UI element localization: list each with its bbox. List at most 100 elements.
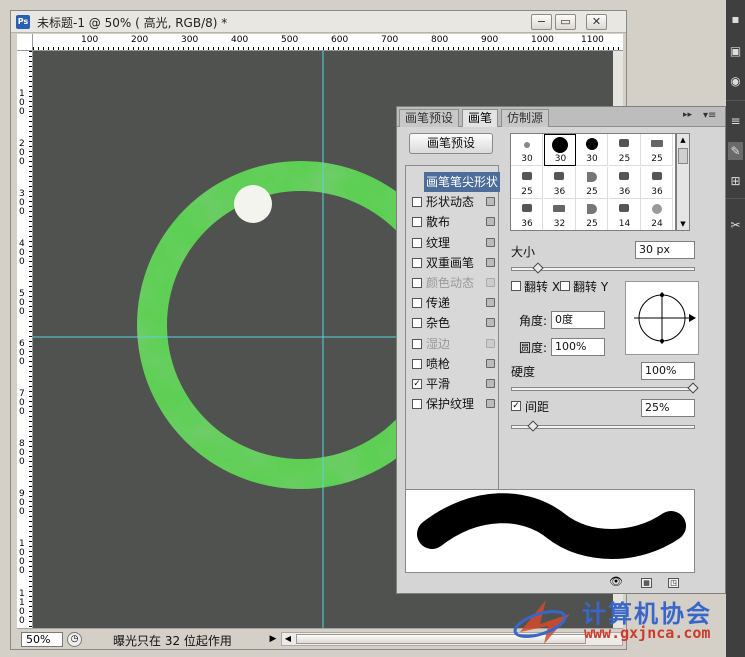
angle-roundness-widget[interactable] bbox=[625, 281, 699, 355]
brush-tip[interactable]: 25 bbox=[576, 199, 608, 230]
size-slider-knob[interactable] bbox=[532, 262, 544, 274]
roundness-label: 圆度: bbox=[519, 341, 548, 355]
scroll-down-arrow-icon[interactable]: ▼ bbox=[677, 218, 689, 230]
horizontal-ruler[interactable]: 100 200 300 400 500 600 700 800 900 1000 1100 bbox=[33, 34, 623, 51]
brush-presets-button[interactable]: 画笔预设 bbox=[409, 133, 493, 154]
brush-option-checkbox[interactable] bbox=[412, 197, 422, 208]
zoom-preview-icon[interactable]: ◷ bbox=[67, 632, 82, 647]
panel-tab-bar: 画笔预设 画笔 仿制源 ▸▸ ▾≡ bbox=[397, 107, 725, 127]
brush-tip[interactable]: 36 bbox=[641, 166, 673, 199]
panel-menu-icon[interactable]: ▾≡ bbox=[703, 110, 716, 121]
lock-icon[interactable] bbox=[486, 257, 495, 267]
scroll-up-arrow-icon[interactable]: ▲ bbox=[677, 134, 689, 146]
brush-tip[interactable]: 32 bbox=[544, 199, 576, 230]
brush-option-item[interactable]: 纹理 bbox=[406, 233, 498, 253]
brush-tip[interactable]: 36 bbox=[543, 166, 576, 199]
brush-option-item[interactable]: 喷枪 bbox=[406, 354, 498, 374]
flip-x-checkbox[interactable] bbox=[511, 281, 521, 291]
brush-option-checkbox[interactable] bbox=[412, 358, 422, 369]
spacing-field[interactable]: 25% bbox=[641, 399, 695, 417]
brush-option-checkbox[interactable] bbox=[412, 399, 422, 410]
brush-option-item[interactable]: 传递 bbox=[406, 293, 498, 313]
brush-option-item[interactable]: 湿边 bbox=[406, 334, 498, 354]
scroll-left-arrow-icon[interactable]: ◀ bbox=[282, 633, 294, 645]
brush-option-checkbox[interactable] bbox=[412, 298, 422, 309]
brush-tip[interactable]: 14 bbox=[609, 199, 641, 230]
lock-icon[interactable] bbox=[486, 358, 495, 368]
brush-option-item[interactable]: 双重画笔 bbox=[406, 253, 498, 273]
brush-tip[interactable]: 36 bbox=[511, 199, 543, 230]
spacing-checkbox[interactable]: ✓ bbox=[511, 401, 521, 411]
hardness-slider-track[interactable] bbox=[511, 387, 695, 391]
right-dock-strip: ▪ ▣ ◉ ≡ ✎ ⊞ ✂ bbox=[726, 0, 745, 657]
brush-tip[interactable]: 24 bbox=[641, 199, 673, 230]
brush-option-checkbox[interactable] bbox=[412, 278, 422, 288]
ruler-tick-label: 400 bbox=[231, 35, 249, 45]
tab-brush[interactable]: 画笔 bbox=[462, 109, 499, 127]
lock-icon[interactable] bbox=[486, 217, 495, 227]
brush-tip-grid[interactable]: 30 30 30 25 25 25 36 25 36 36 36 32 25 14 24 bbox=[510, 133, 676, 231]
grid-icon[interactable]: ▦ bbox=[641, 578, 652, 588]
brush-option-checkbox[interactable]: ✓ bbox=[412, 379, 422, 389]
hardness-field[interactable]: 100% bbox=[641, 362, 695, 380]
brush-tip[interactable]: 36 bbox=[608, 166, 641, 199]
brush-tip[interactable]: 30 bbox=[576, 134, 608, 166]
brush-tip-shape-icon bbox=[650, 140, 663, 147]
brush-option-checkbox[interactable] bbox=[412, 257, 422, 268]
brush-tip[interactable]: 25 bbox=[576, 166, 608, 199]
brush-option-checkbox[interactable] bbox=[412, 318, 422, 329]
size-field[interactable]: 30 px bbox=[635, 241, 695, 259]
brush-tip-scrollbar[interactable]: ▲ ▼ bbox=[676, 133, 690, 231]
lock-icon[interactable] bbox=[486, 298, 495, 308]
lock-icon[interactable] bbox=[486, 399, 495, 409]
restore-button[interactable]: ▭ bbox=[555, 14, 576, 30]
new-brush-icon[interactable]: ◳ bbox=[668, 578, 679, 588]
brush-tip[interactable]: 30 bbox=[511, 134, 543, 166]
brush-tip[interactable]: 25 bbox=[511, 166, 543, 199]
minimize-button[interactable]: − bbox=[531, 14, 552, 30]
dock-tool-icon-7[interactable]: ✂ bbox=[728, 216, 743, 234]
brush-tip[interactable]: 30 bbox=[543, 134, 576, 166]
ruler-origin[interactable] bbox=[17, 34, 33, 51]
size-label: 大小 bbox=[511, 245, 536, 259]
roundness-field[interactable]: 100% bbox=[551, 338, 605, 356]
tab-clone-source[interactable]: 仿制源 bbox=[501, 109, 550, 127]
brush-option-item[interactable]: 散布 bbox=[406, 212, 498, 232]
angle-field[interactable]: 0度 bbox=[551, 311, 605, 329]
spacing-slider-knob[interactable] bbox=[527, 420, 539, 432]
flip-y-checkbox[interactable] bbox=[560, 281, 570, 291]
brush-panel-dock-icon[interactable]: ✎ bbox=[728, 142, 743, 160]
dock-tool-icon-4[interactable]: ≡ bbox=[728, 112, 743, 130]
lock-icon[interactable] bbox=[486, 197, 495, 207]
lock-icon[interactable] bbox=[486, 318, 495, 328]
brush-tip[interactable]: 25 bbox=[641, 134, 673, 166]
brush-option-item[interactable]: 保护纹理 bbox=[406, 394, 498, 414]
dock-tool-icon-2[interactable]: ▣ bbox=[728, 42, 743, 60]
lock-icon[interactable] bbox=[486, 338, 495, 348]
eye-brush-icon[interactable]: 👁 bbox=[609, 576, 623, 588]
hardness-slider-knob[interactable] bbox=[687, 382, 699, 394]
vertical-ruler[interactable]: 1 0 0 2 0 0 3 0 0 4 0 0 5 0 0 6 0 0 7 0 0 8 0 0… bbox=[17, 51, 33, 628]
brush-option-checkbox[interactable] bbox=[412, 237, 422, 248]
brush-option-checkbox[interactable] bbox=[412, 338, 422, 349]
document-title-bar[interactable]: Ps 未标题-1 @ 50% ( 高光, RGB/8) * − ▭ ✕ bbox=[11, 11, 626, 33]
brush-tip[interactable]: 25 bbox=[608, 134, 641, 166]
close-button[interactable]: ✕ bbox=[586, 14, 607, 30]
brush-option-checkbox[interactable] bbox=[412, 217, 422, 228]
lock-icon[interactable] bbox=[486, 237, 495, 247]
brush-tip-scroll-thumb[interactable] bbox=[678, 148, 688, 164]
dock-tool-icon-1[interactable]: ▪ bbox=[728, 10, 743, 28]
tab-brush-presets[interactable]: 画笔预设 bbox=[399, 109, 460, 127]
collapse-panel-icon[interactable]: ▸▸ bbox=[683, 110, 692, 120]
zoom-level-field[interactable]: 50% bbox=[21, 632, 63, 647]
brush-option-item[interactable]: 颜色动态 bbox=[406, 273, 498, 293]
lock-icon[interactable] bbox=[486, 278, 495, 287]
dock-tool-icon-3[interactable]: ◉ bbox=[728, 72, 743, 90]
brush-option-item[interactable]: 杂色 bbox=[406, 313, 498, 333]
brush-option-item[interactable]: 形状动态 bbox=[406, 192, 498, 212]
status-menu-arrow-icon[interactable]: ▶ bbox=[267, 632, 279, 646]
dock-tool-icon-6[interactable]: ⊞ bbox=[728, 172, 743, 190]
brush-option-item[interactable]: ✓ 平滑 bbox=[406, 374, 498, 394]
lock-icon[interactable] bbox=[486, 379, 495, 388]
brush-option-item[interactable]: 画笔笔尖形状 bbox=[406, 172, 501, 192]
